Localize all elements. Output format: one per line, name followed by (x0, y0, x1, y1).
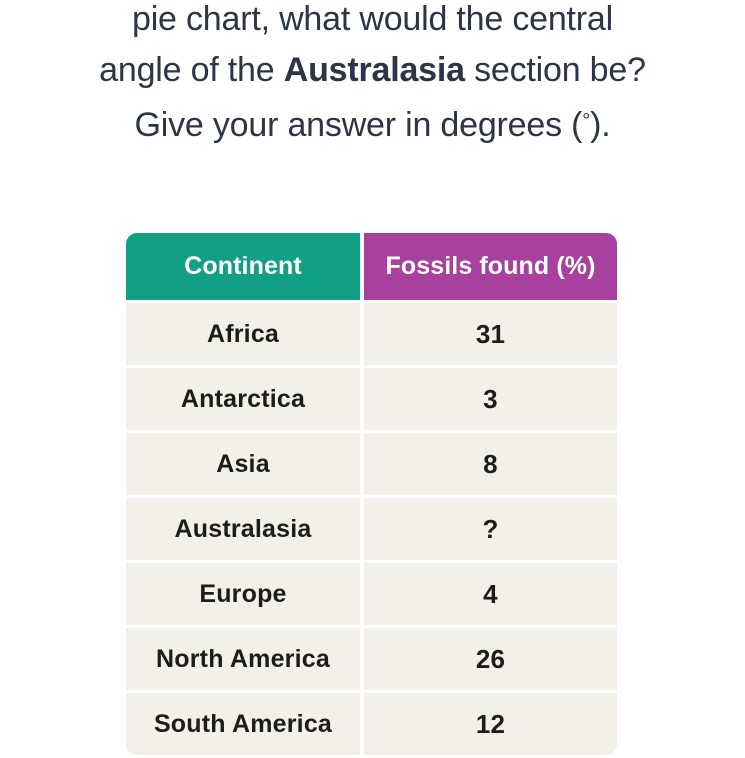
column-header-fossils-found: Fossils found (%) (364, 233, 617, 300)
question-line-1: pie chart, what would the central (131, 0, 613, 38)
question-line-2: angle of the Australasia section be? (0, 45, 745, 96)
cell-continent: Asia (126, 433, 360, 495)
question-line-3-suffix: ). (590, 106, 611, 144)
column-header-continent: Continent (126, 233, 360, 300)
cell-value: 3 (364, 368, 617, 430)
table-row: Antarctica 3 (126, 368, 617, 430)
degree-symbol: ° (582, 110, 591, 132)
question-line-2-suffix: section be? (464, 51, 646, 89)
cell-continent: North America (126, 628, 360, 690)
table-row: Europe 4 (126, 563, 617, 625)
cell-continent: Antarctica (126, 368, 360, 430)
cell-value: 26 (364, 628, 617, 690)
question-text: pie chart, what would the central angle … (0, 0, 745, 151)
question-line-3: Give your answer in degrees (°). (0, 96, 745, 151)
cell-continent: Europe (126, 563, 360, 625)
cell-value: 12 (364, 693, 617, 755)
table-row: Africa 31 (126, 303, 617, 365)
cell-value-unknown: ? (364, 498, 617, 560)
table-row: North America 26 (126, 628, 617, 690)
fossils-data-table: Continent Fossils found (%) Africa 31 An… (126, 233, 617, 755)
table-row: Asia 8 (126, 433, 617, 495)
cell-continent: Australasia (126, 498, 360, 560)
cell-value: 8 (364, 433, 617, 495)
table-row: Australasia ? (126, 498, 617, 560)
table-header-row: Continent Fossils found (%) (126, 233, 617, 300)
cell-continent: Africa (126, 303, 360, 365)
table-row: South America 12 (126, 693, 617, 755)
question-line-3-prefix: Give your answer in degrees ( (134, 106, 583, 144)
question-line-2-prefix: angle of the (99, 51, 284, 89)
cell-continent: South America (126, 693, 360, 755)
cell-value: 31 (364, 303, 617, 365)
cell-value: 4 (364, 563, 617, 625)
question-highlight-australasia: Australasia (283, 51, 465, 89)
